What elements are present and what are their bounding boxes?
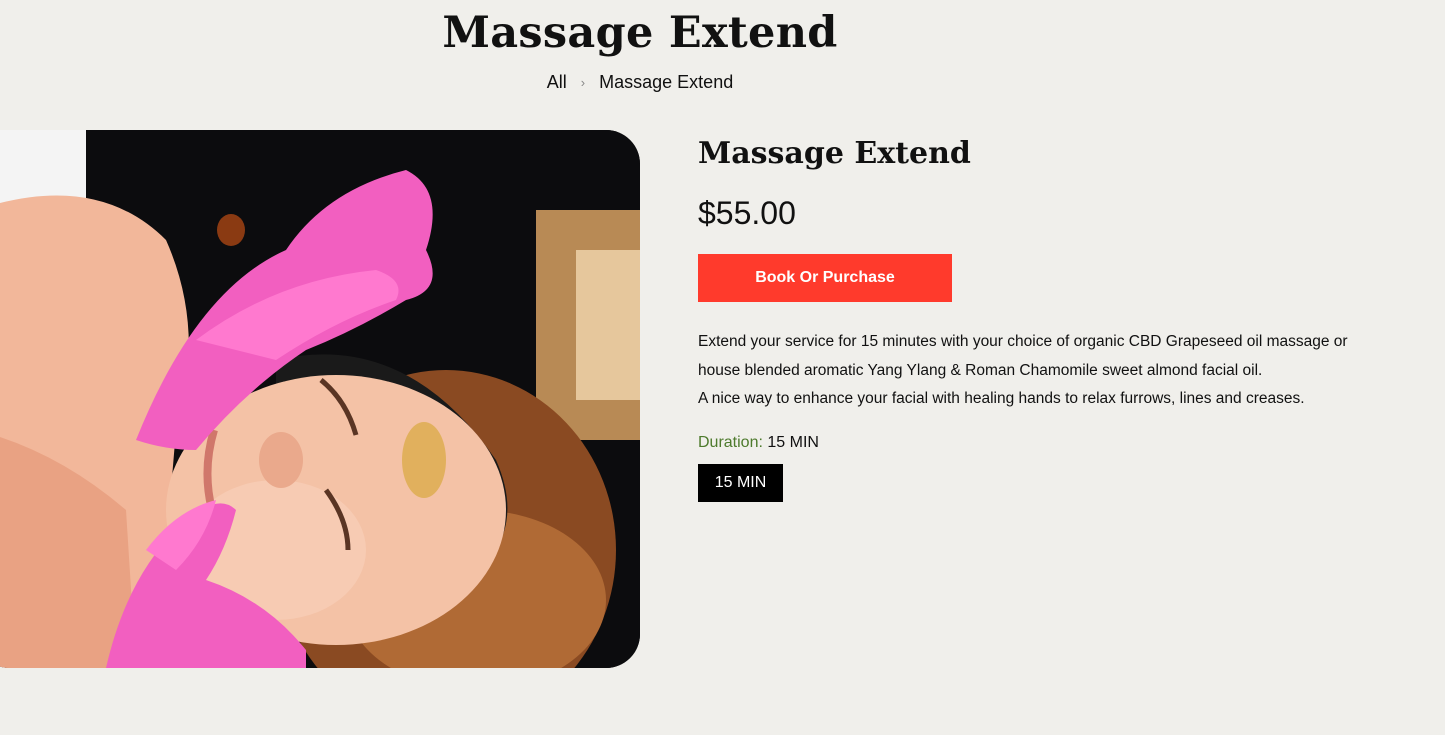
product-image (0, 130, 640, 668)
duration-label: Duration: (698, 433, 763, 451)
breadcrumb-current: Massage Extend (599, 72, 734, 92)
description-line: Extend your service for 15 minutes with … (698, 333, 1348, 350)
chevron-right-icon: › (580, 75, 586, 90)
product-details: Massage Extend $55.00 Book Or Purchase E… (698, 136, 1378, 502)
next-section-heading-partial (0, 712, 1280, 735)
product-price: $55.00 (698, 195, 796, 231)
product-description: Extend your service for 15 minutes with … (698, 328, 1368, 414)
duration-row: Duration: 15 MIN (698, 434, 1378, 452)
duration-option-15-min[interactable]: 15 MIN (698, 463, 783, 502)
product-page: Massage Extend All › Massage Extend Mass… (0, 0, 1445, 735)
duration-value: 15 MIN (767, 433, 819, 451)
product-title: Massage Extend (698, 136, 971, 171)
page-title: Massage Extend (442, 8, 838, 58)
description-line: A nice way to enhance your facial with h… (698, 390, 1305, 407)
spa-facial-photo-icon (0, 130, 640, 668)
breadcrumb: All › Massage Extend (0, 72, 1280, 93)
breadcrumb-home-link[interactable]: All (547, 72, 567, 93)
description-line: house blended aromatic Yang Ylang & Roma… (698, 361, 1263, 379)
book-or-purchase-button[interactable]: Book Or Purchase (698, 254, 952, 302)
